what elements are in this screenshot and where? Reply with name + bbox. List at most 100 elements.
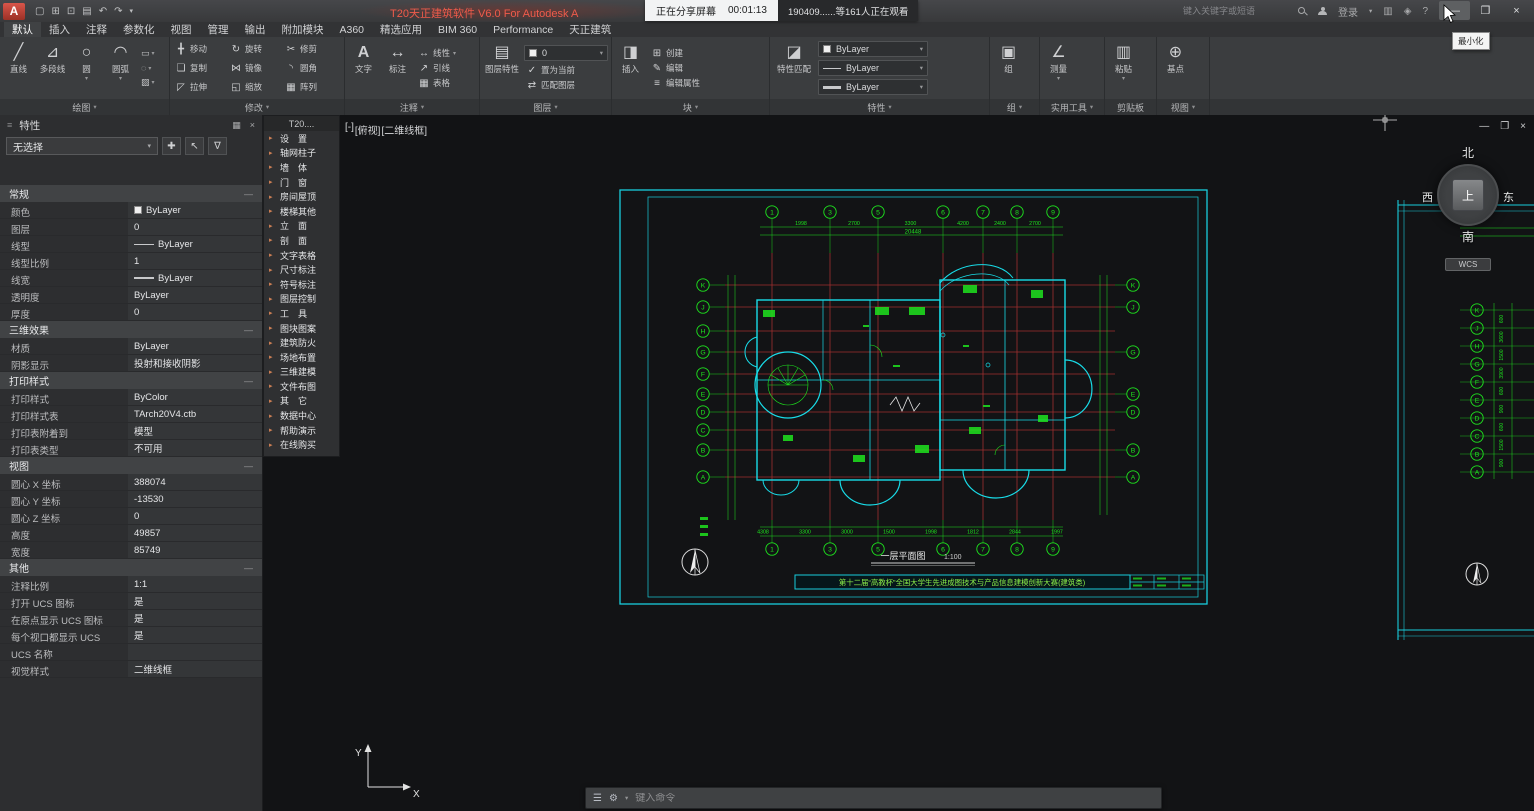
property-row[interactable]: 打印样式ByColor	[0, 389, 262, 406]
array-tool[interactable]: ▦阵列	[283, 78, 338, 97]
group-tool[interactable]: ▣ 组	[993, 39, 1024, 97]
ellipse-flyout[interactable]: ◌ ▾	[141, 63, 155, 73]
property-row[interactable]: 阴影显示投射和接收阴影	[0, 355, 262, 372]
doc-restore-button[interactable]: ❐	[1500, 121, 1509, 132]
set-current-layer-tool[interactable]: ✓置为当前	[524, 64, 608, 76]
doc-minimize-button[interactable]: —	[1479, 121, 1489, 132]
table-tool[interactable]: ▦表格	[416, 77, 456, 89]
property-row[interactable]: 打印表类型不可用	[0, 440, 262, 457]
screen-menu-item[interactable]: ▸其 它	[264, 394, 339, 409]
floor-plan-drawing[interactable]: 13567891356789KJHGFEDCBAKJGEDBA199827003…	[263, 115, 1534, 811]
property-row[interactable]: UCS 名称	[0, 644, 262, 661]
property-row[interactable]: 宽度85749	[0, 542, 262, 559]
property-section-header[interactable]: 打印样式—	[0, 372, 262, 389]
screen-menu-item[interactable]: ▸房间屋顶	[264, 189, 339, 204]
paste-tool[interactable]: ▥ 粘贴 ▾	[1108, 39, 1139, 97]
screen-menu-item[interactable]: ▸楼梯其他	[264, 204, 339, 219]
collapse-icon[interactable]: —	[244, 189, 253, 199]
ribbon-tab-12[interactable]: Performance	[485, 22, 561, 37]
property-row[interactable]: 线型ByLayer	[0, 236, 262, 253]
properties-title-bar[interactable]: ≡ 特性 ▦ ×	[0, 115, 262, 135]
search-input[interactable]	[1183, 6, 1287, 16]
screen-menu-item[interactable]: ▸文字表格	[264, 248, 339, 263]
toggle-pickadd-button[interactable]: ✚	[162, 137, 181, 155]
property-row[interactable]: 圆心 Z 坐标0	[0, 508, 262, 525]
app-store-icon[interactable]: ▥	[1383, 6, 1392, 17]
panel-name-draw[interactable]: 绘图▾	[0, 99, 169, 115]
edit-attributes-tool[interactable]: ≡编辑属性	[649, 77, 700, 89]
screen-menu-item[interactable]: ▸轴网柱子	[264, 146, 339, 161]
mirror-tool[interactable]: ⋈镜像	[228, 59, 283, 78]
linear-dim-tool[interactable]: ↔线性▾	[416, 47, 456, 59]
polyline-tool[interactable]: ⊿ 多段线	[37, 39, 68, 97]
panel-name-layers[interactable]: 图层▾	[480, 99, 611, 115]
property-section-header[interactable]: 常规—	[0, 185, 262, 202]
view-cube[interactable]: 北 上 西 东 南 WCS	[1420, 145, 1516, 271]
compass-north[interactable]: 北	[1420, 145, 1516, 161]
property-section-header[interactable]: 视图—	[0, 457, 262, 474]
palette-autohide-icon[interactable]: ▦	[232, 120, 241, 131]
chevron-down-icon[interactable]: ▾	[1369, 7, 1372, 15]
minimize-button[interactable]: —	[1439, 1, 1470, 20]
ribbon-tab-4[interactable]: 参数化	[115, 22, 163, 37]
quick-select-button[interactable]: ∇	[208, 137, 227, 155]
selection-dropdown[interactable]: 无选择 ▾	[6, 137, 158, 155]
command-input[interactable]	[635, 793, 1154, 804]
property-row[interactable]: 材质ByLayer	[0, 338, 262, 355]
restore-button[interactable]: ❐	[1470, 1, 1501, 20]
ribbon-tab-13[interactable]: 天正建筑	[561, 22, 619, 37]
line-tool[interactable]: ╱ 直线	[3, 39, 34, 97]
leader-tool[interactable]: ↗引线	[416, 62, 456, 74]
property-row[interactable]: 注释比例1:1	[0, 576, 262, 593]
property-row[interactable]: 图层0	[0, 219, 262, 236]
customize-wrench-icon[interactable]: ⚙	[609, 793, 618, 804]
stretch-tool[interactable]: ◸拉伸	[173, 78, 228, 97]
ribbon-tab-3[interactable]: 注释	[78, 22, 115, 37]
undo-icon[interactable]: ↶	[99, 6, 107, 17]
search-icon[interactable]	[1298, 7, 1307, 16]
screen-menu-item[interactable]: ▸建筑防火	[264, 335, 339, 350]
measure-tool[interactable]: ∠ 测量 ▾	[1043, 39, 1074, 97]
screen-menu-item[interactable]: ▸工 具	[264, 306, 339, 321]
panel-name-properties[interactable]: 特性▾	[770, 99, 989, 115]
doc-close-button[interactable]: ×	[1520, 121, 1526, 132]
redo-icon[interactable]: ↷	[114, 6, 122, 17]
ribbon-tab-10[interactable]: 精选应用	[372, 22, 430, 37]
circle-tool[interactable]: ○ 圆 ▾	[71, 39, 102, 97]
command-grip-icon[interactable]: ☰	[593, 793, 602, 804]
compass-ring[interactable]: 上 西 东	[1437, 164, 1499, 226]
screen-menu-item[interactable]: ▸门 窗	[264, 175, 339, 190]
arc-tool[interactable]: ◠ 圆弧 ▾	[105, 39, 136, 97]
login-button[interactable]: 登录	[1338, 4, 1358, 19]
screen-menu-item[interactable]: ▸文件布图	[264, 379, 339, 394]
fillet-tool[interactable]: ◝圆角	[283, 59, 338, 78]
panel-name-annotate[interactable]: 注释▾	[345, 99, 479, 115]
property-row[interactable]: 每个视口都显示 UCS是	[0, 627, 262, 644]
panel-name-view[interactable]: 视图▾	[1157, 99, 1209, 115]
screen-menu-item[interactable]: ▸墙 体	[264, 160, 339, 175]
screen-menu-item[interactable]: ▸尺寸标注	[264, 262, 339, 277]
collapse-icon[interactable]: —	[244, 325, 253, 335]
collapse-icon[interactable]: —	[244, 376, 253, 386]
screen-menu-item[interactable]: ▸图块图案	[264, 321, 339, 336]
qat-menu-icon[interactable]: ▾	[129, 7, 133, 15]
linetype-dropdown[interactable]: ByLayer ▾	[818, 60, 928, 76]
layer-properties-tool[interactable]: ▤ 图层特性	[483, 39, 521, 97]
screen-menu-item[interactable]: ▸剖 面	[264, 233, 339, 248]
command-line[interactable]: ☰ ⚙ ▾	[585, 787, 1162, 809]
screen-menu-item[interactable]: ▸设 置	[264, 131, 339, 146]
ribbon-tab-11[interactable]: BIM 360	[430, 22, 485, 37]
visual-style-control[interactable]: [二维线框]	[381, 122, 427, 137]
wcs-selector[interactable]: WCS	[1445, 258, 1491, 271]
color-dropdown[interactable]: ByLayer ▾	[818, 41, 928, 57]
property-row[interactable]: 打印样式表TArch20V4.ctb	[0, 406, 262, 423]
open-file-icon[interactable]: ⊞	[51, 6, 59, 17]
view-control[interactable]: [俯视]	[355, 122, 381, 137]
property-row[interactable]: 视觉样式二维线框	[0, 661, 262, 678]
dimension-tool[interactable]: ↔ 标注	[382, 39, 413, 97]
property-row[interactable]: 打印表附着到模型	[0, 423, 262, 440]
match-layer-tool[interactable]: ⇄匹配图层	[524, 79, 608, 91]
hatch-flyout[interactable]: ▨ ▾	[141, 77, 155, 88]
scale-tool[interactable]: ◱缩放	[228, 78, 283, 97]
screen-menu-item[interactable]: ▸图层控制	[264, 292, 339, 307]
